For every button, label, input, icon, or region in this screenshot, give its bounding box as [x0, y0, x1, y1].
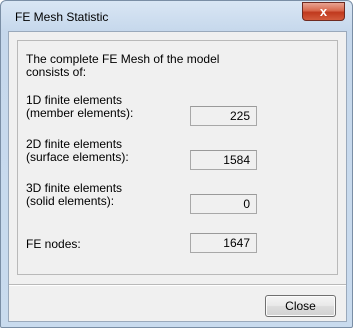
dialog-title: FE Mesh Statistic — [15, 10, 109, 24]
fe-mesh-statistic-dialog: FE Mesh Statistic x The complete FE Mesh… — [0, 0, 353, 328]
label-2d-elements-line-2: (surface elements): — [26, 150, 129, 164]
value-3d-elements: 0 — [190, 194, 257, 214]
value-fe-nodes: 1647 — [190, 233, 257, 253]
intro-line-2: consists of: — [26, 65, 87, 79]
label-1d-elements-line-2: (member elements): — [26, 106, 134, 120]
close-icon[interactable]: x — [302, 2, 345, 21]
statistics-group: The complete FE Mesh of the model consis… — [17, 40, 338, 275]
label-3d-elements-line-2: (solid elements): — [26, 194, 115, 208]
value-1d-elements: 225 — [190, 106, 257, 126]
label-fe-nodes: FE nodes: — [26, 237, 81, 251]
title-bar[interactable]: FE Mesh Statistic x — [1, 1, 352, 31]
separator-line — [9, 284, 346, 286]
dialog-body: The complete FE Mesh of the model consis… — [8, 31, 347, 322]
value-2d-elements: 1584 — [190, 150, 257, 170]
close-button[interactable]: Close — [265, 295, 336, 317]
